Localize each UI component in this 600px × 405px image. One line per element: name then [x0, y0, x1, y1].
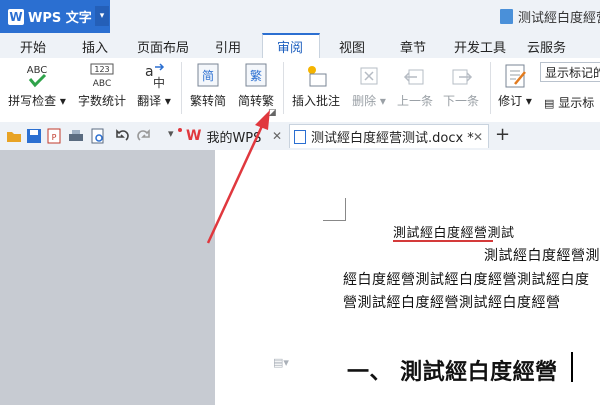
paragraph-handle-icon[interactable]: ▤▾	[273, 356, 289, 369]
translate-icon: a 中	[145, 63, 165, 90]
tab-page-layout[interactable]: 页面布局	[137, 37, 189, 56]
document-title-text: 测试經白度經营	[518, 11, 600, 26]
docx-file-icon	[294, 129, 306, 144]
delete-comment-button[interactable]: 删除 ▾	[348, 62, 390, 109]
wps-brand-icon: W	[186, 128, 202, 144]
trad-to-simp-button[interactable]: 简 繁转简	[186, 62, 230, 109]
simp-to-trad-button[interactable]: 繁 简转繁	[234, 62, 278, 109]
undo-icon[interactable]	[114, 128, 130, 144]
open-folder-icon[interactable]	[6, 128, 22, 144]
tab-document-label: 测试經白度經营测试.docx *	[311, 131, 474, 146]
previous-comment-button[interactable]: 上一条	[394, 62, 436, 109]
show-markup-label: 显示标	[558, 96, 595, 110]
workspace-margin	[0, 150, 215, 405]
page-margin-mark	[323, 198, 346, 221]
print-icon[interactable]	[68, 128, 84, 144]
wps-menu-label: WPS 文字	[28, 11, 92, 26]
spell-check-button[interactable]: ABC 拼写检查 ▾	[6, 62, 68, 109]
previous-label: 上一条	[396, 94, 433, 108]
previous-comment-icon	[403, 69, 424, 85]
tab-view[interactable]: 视图	[339, 37, 365, 56]
heading-1: 一、 測試經白度經營	[347, 359, 558, 385]
insert-comment-button[interactable]: 插入批注	[290, 62, 342, 109]
tab-cloud[interactable]: 云服务	[527, 37, 566, 56]
notification-dot-icon	[178, 128, 182, 132]
redo-icon[interactable]	[136, 128, 152, 144]
svg-text:123: 123	[94, 65, 109, 74]
next-label: 下一条	[442, 94, 479, 108]
close-icon[interactable]: ✕	[272, 129, 282, 143]
doc-title-line: 測試經白度經營測試	[393, 226, 515, 241]
track-changes-button[interactable]: 修订 ▾	[494, 62, 536, 109]
ribbon-separator	[283, 62, 284, 114]
svg-text:繁: 繁	[250, 68, 262, 83]
document-page[interactable]: 測試經白度經營測試 測試經白度經營測 經白度經營測試經白度經營測試經白度 營測試…	[215, 150, 600, 405]
svg-text:中: 中	[153, 75, 165, 90]
save-icon[interactable]	[26, 128, 42, 144]
insert-comment-icon	[308, 66, 327, 87]
tab-home[interactable]: 开始	[20, 37, 46, 56]
track-changes-icon	[505, 64, 526, 88]
print-preview-icon[interactable]	[90, 128, 106, 144]
insert-comment-label: 插入批注	[291, 94, 340, 108]
doc-line-1: 測試經白度經營測	[484, 248, 600, 264]
spell-check-label: 拼写检查	[8, 94, 57, 108]
tab-my-wps[interactable]: W 我的WPS ✕	[186, 124, 286, 148]
tab-insert[interactable]: 插入	[82, 37, 108, 56]
chevron-down-icon[interactable]: ▾	[95, 6, 109, 26]
wps-logo-icon: W	[8, 8, 24, 25]
doc-line-3: 營測試經白度經營測試經白度經營	[343, 295, 561, 311]
svg-text:P: P	[52, 133, 57, 142]
tab-developer[interactable]: 开发工具	[454, 37, 506, 56]
tab-review[interactable]: 审阅	[277, 37, 303, 56]
svg-text:简: 简	[202, 69, 214, 83]
translate-label: 翻译	[137, 94, 162, 108]
tab-references[interactable]: 引用	[215, 37, 241, 56]
ribbon-panel: ABC 拼写检查 ▾ 123 ABC 字数统计 a 中 翻译 ▾ 简 繁转简 繁…	[0, 58, 600, 123]
tab-my-wps-label: 我的WPS	[206, 130, 262, 146]
delete-label: 删除	[352, 94, 377, 108]
doc-line-2: 經白度經營測試經白度經營測試經白度	[343, 272, 590, 288]
close-icon[interactable]: ✕	[473, 130, 483, 144]
ribbon-separator	[490, 62, 491, 114]
ribbon-separator	[181, 62, 182, 114]
markup-display-select[interactable]: 显示标记的最	[540, 62, 600, 82]
next-comment-button[interactable]: 下一条	[440, 62, 482, 109]
wps-menu-button[interactable]: W WPS 文字 ▾	[0, 0, 110, 33]
track-changes-label: 修订	[498, 94, 523, 108]
window-document-title: 测试經白度經营	[500, 7, 600, 26]
quick-access-toolbar: P ▾ W 我的WPS ✕ 测试經白度經营测试.docx * ✕ +	[0, 122, 600, 151]
trad-to-simp-label: 繁转简	[189, 94, 226, 108]
tab-document[interactable]: 测试經白度經营测试.docx * ✕	[289, 124, 489, 148]
translate-button[interactable]: a 中 翻译 ▾	[132, 62, 176, 109]
word-count-icon: 123 ABC	[90, 63, 114, 89]
export-pdf-icon[interactable]: P	[46, 128, 62, 144]
tab-chapter[interactable]: 章节	[400, 37, 426, 56]
customize-toolbar-chevron-icon[interactable]: ▾	[168, 127, 174, 140]
word-count-label: 字数统计	[77, 94, 126, 108]
word-count-button[interactable]: 123 ABC 字数统计	[74, 62, 130, 109]
dialog-launcher-icon[interactable]: ◪	[268, 108, 277, 118]
spell-check-icon: ABC	[27, 65, 47, 88]
next-comment-icon	[452, 69, 473, 85]
show-markup-icon: ▤	[544, 97, 555, 110]
document-icon	[500, 9, 513, 24]
delete-comment-icon	[360, 67, 378, 85]
spellcheck-underline	[393, 240, 493, 242]
simp-to-trad-label: 简转繁	[237, 94, 274, 108]
ribbon-tab-row: 开始 插入 页面布局 引用 审阅 视图 章节 开发工具 云服务	[0, 33, 600, 59]
show-markup-button[interactable]: ▤ 显示标	[544, 94, 594, 111]
simp-to-trad-icon: 繁	[245, 63, 267, 87]
svg-text:ABC: ABC	[93, 79, 111, 89]
new-tab-plus-icon[interactable]: +	[495, 124, 510, 145]
trad-to-simp-icon: 简	[197, 63, 219, 87]
text-cursor	[571, 352, 573, 382]
